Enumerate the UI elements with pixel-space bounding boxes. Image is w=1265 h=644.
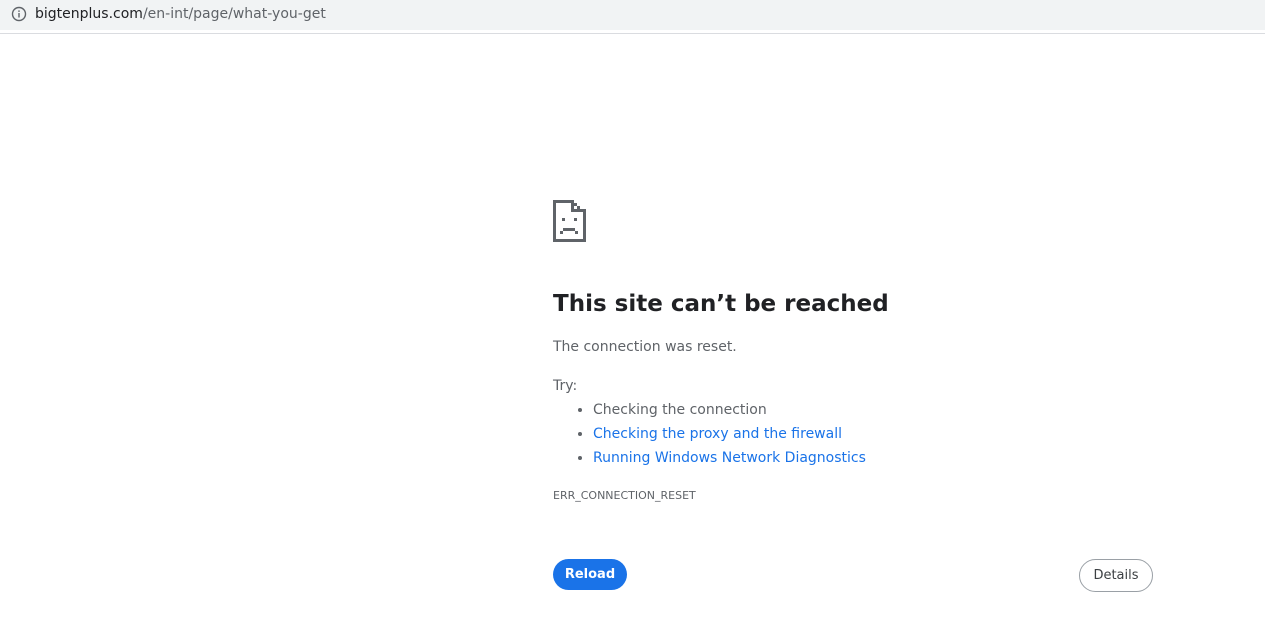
list-item: Checking the proxy and the firewall [593, 422, 866, 446]
url-domain: bigtenplus.com [35, 6, 143, 22]
try-label: Try: [553, 378, 578, 394]
list-item: Checking the connection [593, 398, 866, 422]
details-button[interactable]: Details [1079, 559, 1153, 592]
page-title: This site can’t be reached [553, 291, 889, 317]
suggestions-list: Checking the connection Checking the pro… [575, 398, 866, 470]
list-item: Running Windows Network Diagnostics [593, 446, 866, 470]
url-path: /en-int/page/what-you-get [142, 6, 326, 22]
sad-document-icon [553, 200, 586, 242]
suggestion-link-network-diagnostics[interactable]: Running Windows Network Diagnostics [593, 450, 866, 466]
address-bar[interactable]: bigtenplus.com/en-int/page/what-you-get [0, 0, 1265, 30]
error-description: The connection was reset. [553, 339, 737, 355]
error-code: ERR_CONNECTION_RESET [553, 489, 696, 502]
addressbar-divider [0, 33, 1265, 34]
suggestion-check-connection: Checking the connection [593, 402, 767, 418]
suggestion-link-proxy-firewall[interactable]: Checking the proxy and the firewall [593, 426, 842, 442]
url-text[interactable]: bigtenplus.com/en-int/page/what-you-get [35, 5, 326, 23]
reload-button[interactable]: Reload [553, 559, 627, 590]
info-icon[interactable] [11, 6, 27, 22]
